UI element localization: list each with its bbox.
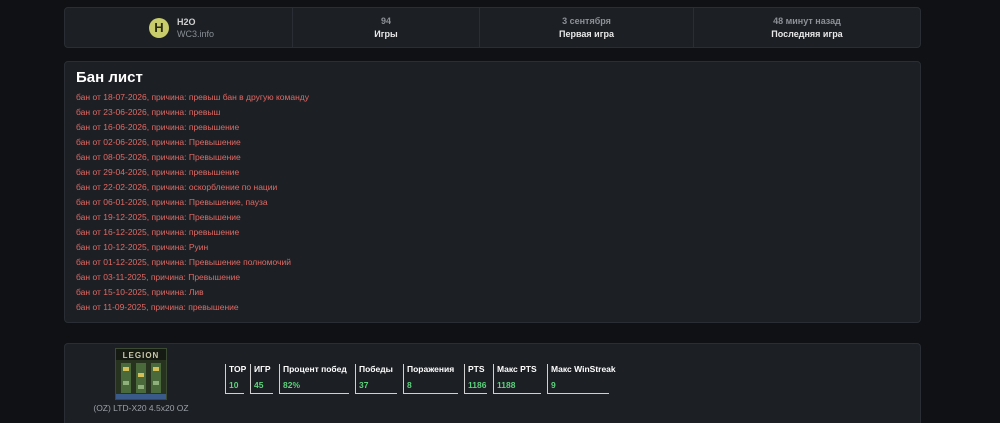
ban-item: бан от 08-05-2026, причина: Превышение	[76, 152, 241, 162]
games-count-value: 94	[380, 15, 391, 26]
ban-item: бан от 19-12-2025, причина: Превышение	[76, 212, 241, 222]
stat-win-rate-value: 82%	[283, 380, 301, 390]
stat-wins-label: Победы	[359, 364, 393, 374]
stat-wins: Победы 37	[355, 364, 397, 394]
stat-max-winstreak-label: Макс WinStreak	[551, 364, 616, 374]
stat-max-pts-label: Макс PTS	[497, 364, 537, 374]
ban-item: бан от 03-11-2025, причина: Превышение	[76, 272, 241, 282]
stat-losses-value: 8	[407, 380, 412, 390]
map-icon[interactable]: LEGION	[115, 348, 167, 400]
last-game-label: Последняя игра	[771, 28, 843, 39]
ban-item: бан от 23-06-2026, причина: превыш	[76, 107, 221, 117]
last-game-stat: 48 минут назад Последняя игра	[694, 8, 920, 47]
stat-win-rate-label: Процент побед	[283, 364, 347, 374]
ban-item: бан от 06-01-2026, причина: Превышение, …	[76, 197, 268, 207]
stat-top-label: TOP	[229, 364, 247, 374]
mode-stats-row: TOP 10 ИГР 45 Процент побед 82% Победы 3…	[225, 364, 616, 394]
ban-item: бан от 29-04-2026, причина: превышение	[76, 167, 240, 177]
avatar: H	[149, 17, 169, 38]
ban-item: бан от 15-10-2025, причина: Лив	[76, 287, 204, 297]
ban-item: бан от 10-12-2025, причина: Руин	[76, 242, 209, 252]
first-game-stat: 3 сентября Первая игра	[480, 8, 694, 47]
ban-list-card: Бан лист бан от 18-07-2026, причина: пре…	[64, 61, 921, 323]
stat-max-pts-value: 1188	[497, 380, 516, 390]
ban-item: бан от 11-09-2025, причина: превышение	[76, 302, 239, 312]
player-info[interactable]: H H2O WC3.info	[65, 8, 293, 47]
ban-item: бан от 18-07-2026, причина: превыш бан в…	[76, 92, 309, 102]
ban-item: бан от 22-02-2026, причина: оскорбление …	[76, 182, 278, 192]
stat-wins-value: 37	[359, 380, 369, 390]
ban-item: бан от 01-12-2025, причина: Превышение п…	[76, 257, 291, 267]
player-server: WC3.info	[177, 28, 215, 39]
stat-max-winstreak: Макс WinStreak 9	[547, 364, 616, 394]
stat-top-value: 10	[229, 380, 239, 390]
stat-games-label: ИГР	[254, 364, 271, 374]
games-count-stat: 94 Игры	[293, 8, 480, 47]
stat-losses: Поражения 8	[403, 364, 458, 394]
stat-pts-label: PTS	[468, 364, 485, 374]
ban-item: бан от 16-12-2025, причина: превышение	[76, 227, 240, 237]
first-game-label: Первая игра	[559, 28, 614, 39]
player-name: H2O	[177, 16, 196, 27]
game-mode-card: LEGION (OZ) LTD-X20 4.5x20 OZ TOP 10 ИГР…	[64, 343, 921, 423]
stat-top: TOP 10	[225, 364, 247, 394]
ban-item: бан от 16-06-2026, причина: превышение	[76, 122, 240, 132]
stat-games-value: 45	[254, 380, 264, 390]
map-icon-label: LEGION	[123, 351, 160, 360]
ban-list-title: Бан лист	[76, 69, 143, 86]
games-count-label: Игры	[374, 28, 398, 39]
stat-pts: PTS 1186	[464, 364, 487, 394]
stat-max-winstreak-value: 9	[551, 380, 556, 390]
first-game-value: 3 сентября	[562, 15, 611, 26]
stat-pts-value: 1186	[468, 380, 487, 390]
stat-win-rate: Процент побед 82%	[279, 364, 349, 394]
ban-item: бан от 02-06-2026, причина: Превышение	[76, 137, 241, 147]
game-mode-name: (OZ) LTD-X20 4.5x20 OZ	[93, 403, 189, 413]
last-game-value: 48 минут назад	[773, 15, 841, 26]
stat-max-pts: Макс PTS 1188	[493, 364, 541, 394]
stat-games: ИГР 45	[250, 364, 273, 394]
ban-list: бан от 18-07-2026, причина: превыш бан в…	[76, 90, 909, 315]
player-summary-bar: H H2O WC3.info 94 Игры 3 сентября Первая…	[64, 7, 921, 48]
stat-losses-label: Поражения	[407, 364, 455, 374]
